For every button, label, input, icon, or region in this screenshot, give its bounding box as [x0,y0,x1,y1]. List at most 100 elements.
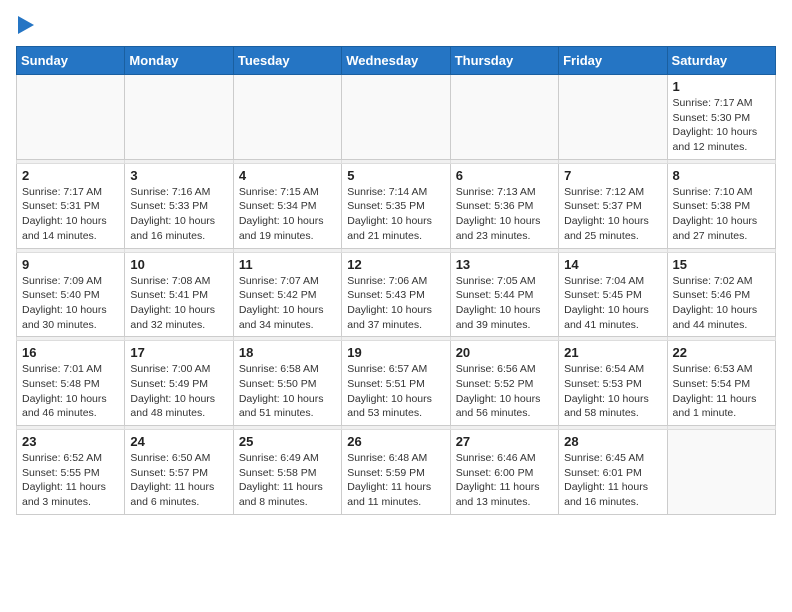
day-info: Sunrise: 7:16 AM Sunset: 5:33 PM Dayligh… [130,185,227,244]
calendar-cell: 2 Sunrise: 7:17 AM Sunset: 5:31 PM Daylig… [17,163,125,248]
calendar-cell: 8 Sunrise: 7:10 AM Sunset: 5:38 PM Daylig… [667,163,775,248]
day-number: 18 [239,345,336,360]
day-number: 15 [673,257,770,272]
weekday-header: Thursday [450,47,558,75]
day-number: 9 [22,257,119,272]
calendar-cell: 18 Sunrise: 6:58 AM Sunset: 5:50 PM Dayli… [233,341,341,426]
day-number: 12 [347,257,444,272]
calendar-cell: 24 Sunrise: 6:50 AM Sunset: 5:57 PM Dayli… [125,430,233,515]
calendar-cell: 6 Sunrise: 7:13 AM Sunset: 5:36 PM Daylig… [450,163,558,248]
logo [16,16,34,34]
day-info: Sunrise: 6:57 AM Sunset: 5:51 PM Dayligh… [347,362,444,421]
weekday-header: Saturday [667,47,775,75]
day-info: Sunrise: 6:53 AM Sunset: 5:54 PM Dayligh… [673,362,770,421]
calendar-cell: 10Sunrise: 7:08 AM Sunset: 5:41 PM Dayli… [125,252,233,337]
weekday-header: Sunday [17,47,125,75]
calendar-cell: 25Sunrise: 6:49 AM Sunset: 5:58 PM Dayli… [233,430,341,515]
calendar-cell: 19 Sunrise: 6:57 AM Sunset: 5:51 PM Dayli… [342,341,450,426]
calendar-cell: 16Sunrise: 7:01 AM Sunset: 5:48 PM Dayli… [17,341,125,426]
weekday-header: Friday [559,47,667,75]
calendar-cell [667,430,775,515]
calendar-cell: 22 Sunrise: 6:53 AM Sunset: 5:54 PM Dayli… [667,341,775,426]
day-info: Sunrise: 7:06 AM Sunset: 5:43 PM Dayligh… [347,274,444,333]
day-info: Sunrise: 7:00 AM Sunset: 5:49 PM Dayligh… [130,362,227,421]
calendar-cell: 12 Sunrise: 7:06 AM Sunset: 5:43 PM Dayli… [342,252,450,337]
day-info: Sunrise: 6:56 AM Sunset: 5:52 PM Dayligh… [456,362,553,421]
day-info: Sunrise: 7:09 AM Sunset: 5:40 PM Dayligh… [22,274,119,333]
calendar-cell: 4Sunrise: 7:15 AM Sunset: 5:34 PM Daylig… [233,163,341,248]
calendar-cell: 1 Sunrise: 7:17 AM Sunset: 5:30 PM Daylig… [667,75,775,160]
calendar-cell: 9 Sunrise: 7:09 AM Sunset: 5:40 PM Daylig… [17,252,125,337]
calendar-week-row: 16Sunrise: 7:01 AM Sunset: 5:48 PM Dayli… [17,341,776,426]
calendar-cell: 14 Sunrise: 7:04 AM Sunset: 5:45 PM Dayli… [559,252,667,337]
day-info: Sunrise: 6:52 AM Sunset: 5:55 PM Dayligh… [22,451,119,510]
day-number: 20 [456,345,553,360]
calendar-cell [17,75,125,160]
day-info: Sunrise: 6:46 AM Sunset: 6:00 PM Dayligh… [456,451,553,510]
calendar-cell: 3 Sunrise: 7:16 AM Sunset: 5:33 PM Daylig… [125,163,233,248]
day-number: 14 [564,257,661,272]
day-number: 23 [22,434,119,449]
day-number: 7 [564,168,661,183]
calendar-cell [559,75,667,160]
weekday-header: Monday [125,47,233,75]
calendar-cell: 21 Sunrise: 6:54 AM Sunset: 5:53 PM Dayli… [559,341,667,426]
calendar-cell: 17Sunrise: 7:00 AM Sunset: 5:49 PM Dayli… [125,341,233,426]
day-info: Sunrise: 6:45 AM Sunset: 6:01 PM Dayligh… [564,451,661,510]
calendar-cell: 28 Sunrise: 6:45 AM Sunset: 6:01 PM Dayli… [559,430,667,515]
calendar-cell [450,75,558,160]
weekday-header-row: SundayMondayTuesdayWednesdayThursdayFrid… [17,47,776,75]
day-info: Sunrise: 7:10 AM Sunset: 5:38 PM Dayligh… [673,185,770,244]
day-number: 22 [673,345,770,360]
day-info: Sunrise: 7:08 AM Sunset: 5:41 PM Dayligh… [130,274,227,333]
calendar-week-row: 23 Sunrise: 6:52 AM Sunset: 5:55 PM Dayli… [17,430,776,515]
calendar-cell: 20 Sunrise: 6:56 AM Sunset: 5:52 PM Dayli… [450,341,558,426]
logo-triangle-icon [18,16,34,34]
day-info: Sunrise: 7:07 AM Sunset: 5:42 PM Dayligh… [239,274,336,333]
calendar-cell: 11Sunrise: 7:07 AM Sunset: 5:42 PM Dayli… [233,252,341,337]
calendar-week-row: 2 Sunrise: 7:17 AM Sunset: 5:31 PM Daylig… [17,163,776,248]
calendar-cell: 13 Sunrise: 7:05 AM Sunset: 5:44 PM Dayli… [450,252,558,337]
day-info: Sunrise: 7:17 AM Sunset: 5:30 PM Dayligh… [673,96,770,155]
calendar-week-row: 1 Sunrise: 7:17 AM Sunset: 5:30 PM Daylig… [17,75,776,160]
weekday-header: Tuesday [233,47,341,75]
day-info: Sunrise: 6:54 AM Sunset: 5:53 PM Dayligh… [564,362,661,421]
day-number: 26 [347,434,444,449]
day-number: 13 [456,257,553,272]
day-number: 28 [564,434,661,449]
day-info: Sunrise: 7:15 AM Sunset: 5:34 PM Dayligh… [239,185,336,244]
day-number: 27 [456,434,553,449]
day-info: Sunrise: 6:58 AM Sunset: 5:50 PM Dayligh… [239,362,336,421]
logo-icon [16,16,34,34]
weekday-header: Wednesday [342,47,450,75]
day-number: 3 [130,168,227,183]
day-info: Sunrise: 6:50 AM Sunset: 5:57 PM Dayligh… [130,451,227,510]
day-info: Sunrise: 7:12 AM Sunset: 5:37 PM Dayligh… [564,185,661,244]
day-number: 2 [22,168,119,183]
day-info: Sunrise: 7:13 AM Sunset: 5:36 PM Dayligh… [456,185,553,244]
calendar-cell [125,75,233,160]
day-number: 19 [347,345,444,360]
day-info: Sunrise: 7:05 AM Sunset: 5:44 PM Dayligh… [456,274,553,333]
day-number: 8 [673,168,770,183]
calendar-cell: 15Sunrise: 7:02 AM Sunset: 5:46 PM Dayli… [667,252,775,337]
day-info: Sunrise: 7:04 AM Sunset: 5:45 PM Dayligh… [564,274,661,333]
calendar-week-row: 9 Sunrise: 7:09 AM Sunset: 5:40 PM Daylig… [17,252,776,337]
calendar-cell [342,75,450,160]
day-number: 21 [564,345,661,360]
day-number: 6 [456,168,553,183]
day-number: 24 [130,434,227,449]
calendar-table: SundayMondayTuesdayWednesdayThursdayFrid… [16,46,776,515]
calendar-cell: 7 Sunrise: 7:12 AM Sunset: 5:37 PM Daylig… [559,163,667,248]
page-header [16,16,776,34]
day-number: 25 [239,434,336,449]
calendar-cell: 23 Sunrise: 6:52 AM Sunset: 5:55 PM Dayli… [17,430,125,515]
day-info: Sunrise: 7:17 AM Sunset: 5:31 PM Dayligh… [22,185,119,244]
calendar-cell: 5 Sunrise: 7:14 AM Sunset: 5:35 PM Daylig… [342,163,450,248]
calendar-cell: 26Sunrise: 6:48 AM Sunset: 5:59 PM Dayli… [342,430,450,515]
day-number: 1 [673,79,770,94]
day-info: Sunrise: 7:14 AM Sunset: 5:35 PM Dayligh… [347,185,444,244]
day-number: 5 [347,168,444,183]
day-info: Sunrise: 7:01 AM Sunset: 5:48 PM Dayligh… [22,362,119,421]
calendar-cell: 27 Sunrise: 6:46 AM Sunset: 6:00 PM Dayli… [450,430,558,515]
